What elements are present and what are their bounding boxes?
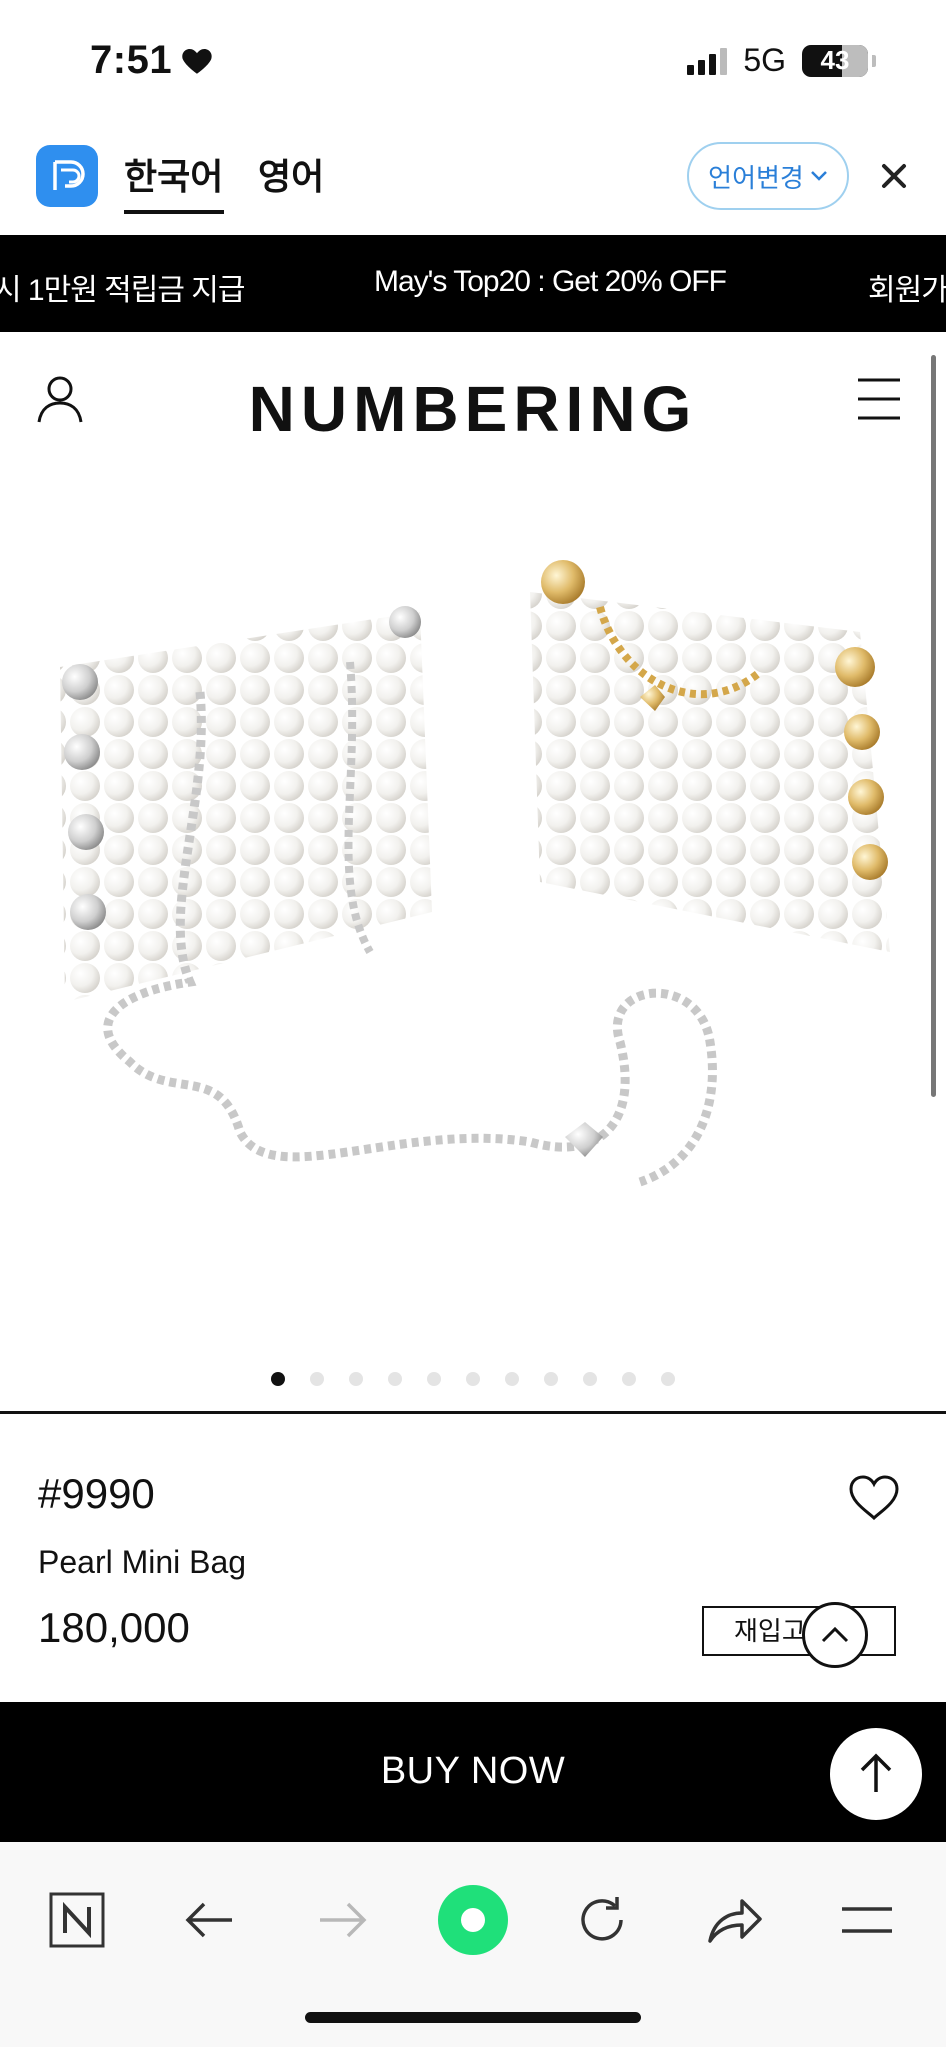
- green-dot-icon: [438, 1885, 508, 1955]
- back-button[interactable]: [170, 1884, 250, 1956]
- arrow-up-icon: [860, 1753, 892, 1792]
- section-divider: [0, 1411, 946, 1414]
- change-language-label: 언어변경: [708, 162, 804, 193]
- scroll-top-button[interactable]: [830, 1728, 922, 1820]
- close-icon[interactable]: [874, 156, 914, 196]
- heart-icon[interactable]: [848, 1474, 900, 1522]
- share-icon: [708, 1899, 762, 1943]
- buy-now-label: BUY NOW: [380, 1750, 566, 1792]
- signal-icon: [687, 47, 728, 75]
- status-indicators: 5G 43: [687, 42, 876, 79]
- gallery-dot[interactable]: [349, 1372, 363, 1386]
- gallery-dot[interactable]: [271, 1372, 285, 1386]
- brand-logo[interactable]: NUMBERING: [0, 372, 946, 446]
- translator-logo-icon[interactable]: [36, 145, 98, 207]
- forward-arrow-icon: [320, 1902, 367, 1938]
- network-type: 5G: [743, 42, 786, 78]
- home-indicator[interactable]: [305, 2012, 641, 2023]
- share-button[interactable]: [695, 1884, 775, 1956]
- reload-icon: [581, 1897, 623, 1941]
- translation-bar: 한국어 영어 언어변경: [0, 130, 946, 235]
- change-language-button[interactable]: 언어변경: [687, 142, 849, 210]
- gallery-dot[interactable]: [466, 1372, 480, 1386]
- hamburger-icon: [842, 1907, 892, 1933]
- battery-level: 43: [820, 45, 850, 75]
- gallery-dot[interactable]: [310, 1372, 324, 1386]
- gallery-dot[interactable]: [544, 1372, 558, 1386]
- menu-icon[interactable]: [856, 376, 902, 422]
- active-tab-underline: [124, 210, 224, 214]
- green-dot-button[interactable]: [433, 1884, 513, 1956]
- naver-home-button[interactable]: [37, 1884, 117, 1956]
- reload-button[interactable]: [562, 1884, 642, 1956]
- translate-glyph-icon: [53, 160, 85, 190]
- buy-now-button[interactable]: BUY NOW: [0, 1702, 946, 1842]
- product-name: Pearl Mini Bag: [38, 1544, 247, 1580]
- battery-cap: [872, 54, 876, 67]
- gallery-dot[interactable]: [505, 1372, 519, 1386]
- site-header: NUMBERING: [0, 332, 946, 482]
- gallery-dot[interactable]: [622, 1372, 636, 1386]
- announcement-item: 회원가입: [868, 274, 946, 307]
- product-image[interactable]: [0, 482, 930, 1352]
- product-price: 180,000: [38, 1604, 190, 1651]
- back-arrow-icon: [185, 1902, 232, 1938]
- menu-button[interactable]: [827, 1884, 907, 1956]
- naver-n-icon: [49, 1892, 105, 1948]
- gallery-dots[interactable]: [271, 1372, 675, 1386]
- status-time-group: 7:51: [90, 38, 214, 83]
- heart-icon: [182, 48, 212, 74]
- gallery-dot[interactable]: [583, 1372, 597, 1386]
- gallery-dot[interactable]: [427, 1372, 441, 1386]
- product-number: #9990: [38, 1470, 155, 1517]
- announcement-item: 시 1만원 적립금 지급: [0, 274, 245, 307]
- collapse-button[interactable]: [802, 1602, 868, 1668]
- status-time: 7:51: [90, 38, 173, 82]
- battery-icon: 43: [802, 44, 868, 77]
- chevron-up-icon: [821, 1626, 849, 1643]
- status-bar: 7:51 5G 43: [0, 0, 946, 130]
- tab-korean[interactable]: 한국어: [124, 148, 223, 200]
- page-scrollbar[interactable]: [931, 355, 936, 1097]
- gallery-dot[interactable]: [388, 1372, 402, 1386]
- chevron-down-icon: [810, 171, 827, 181]
- tab-english[interactable]: 영어: [258, 148, 324, 200]
- forward-button[interactable]: [302, 1884, 382, 1956]
- gallery-dot[interactable]: [661, 1372, 675, 1386]
- announcement-item: May's Top20 : Get 20% OFF: [374, 265, 727, 298]
- announcement-banner[interactable]: 시 1만원 적립금 지급 May's Top20 : Get 20% OFF 회…: [0, 235, 946, 332]
